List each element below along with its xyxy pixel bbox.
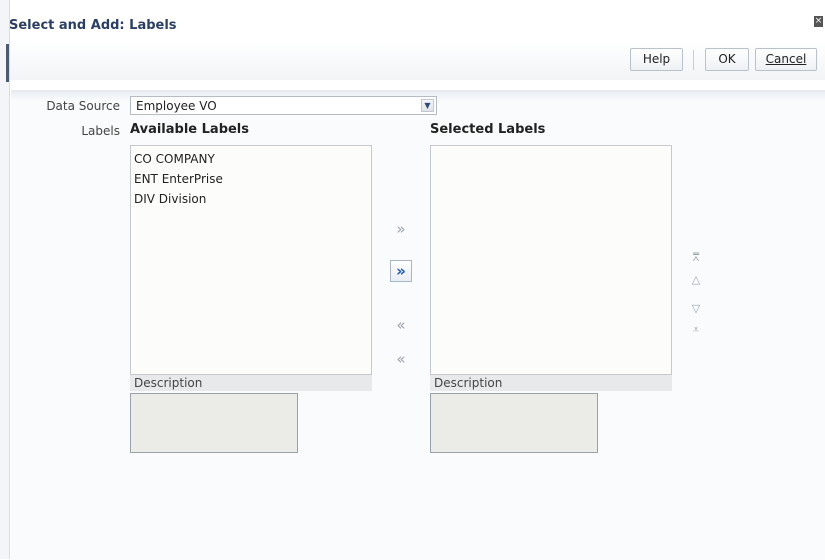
left-edge-bar (0, 0, 10, 559)
selected-labels-list[interactable] (430, 145, 672, 375)
move-to-top-icon[interactable]: ⩞ (689, 252, 703, 264)
list-item[interactable]: DIV Division (131, 189, 371, 209)
help-button[interactable]: Help (630, 48, 683, 71)
available-labels-list[interactable]: CO COMPANY ENT EnterPrise DIV Division (130, 145, 372, 375)
list-item[interactable]: CO COMPANY (131, 149, 371, 169)
chevron-down-icon[interactable]: ▼ (421, 99, 434, 112)
labels-label: Labels (81, 124, 120, 138)
data-source-select[interactable]: Employee VO ▼ (130, 96, 437, 115)
selected-labels-heading: Selected Labels (430, 122, 546, 137)
data-source-label: Data Source (46, 99, 120, 113)
move-selected-button[interactable]: » (390, 219, 412, 241)
selected-description-field (430, 393, 598, 453)
available-description-field (130, 393, 298, 453)
toolbar-separator (693, 50, 694, 70)
data-source-value: Employee VO (136, 99, 217, 113)
close-icon[interactable]: × (814, 16, 823, 27)
move-to-bottom-icon[interactable]: ⩡ (689, 324, 703, 336)
remove-all-button[interactable]: « (390, 349, 412, 371)
dialog-title: Select and Add: Labels (9, 18, 177, 33)
dialog-toolbar (10, 40, 825, 80)
selected-description-label: Description (430, 375, 672, 391)
ok-button[interactable]: OK (705, 48, 749, 71)
move-up-icon[interactable]: △ (689, 274, 703, 286)
left-edge-marker (6, 44, 9, 82)
remove-selected-button[interactable]: « (390, 315, 412, 337)
available-labels-heading: Available Labels (130, 122, 250, 137)
cancel-button[interactable]: Cancel (755, 48, 817, 71)
list-item[interactable]: ENT EnterPrise (131, 169, 371, 189)
available-description-label: Description (130, 375, 372, 391)
move-all-button[interactable]: » (390, 260, 412, 282)
move-down-icon[interactable]: ▽ (689, 303, 703, 315)
